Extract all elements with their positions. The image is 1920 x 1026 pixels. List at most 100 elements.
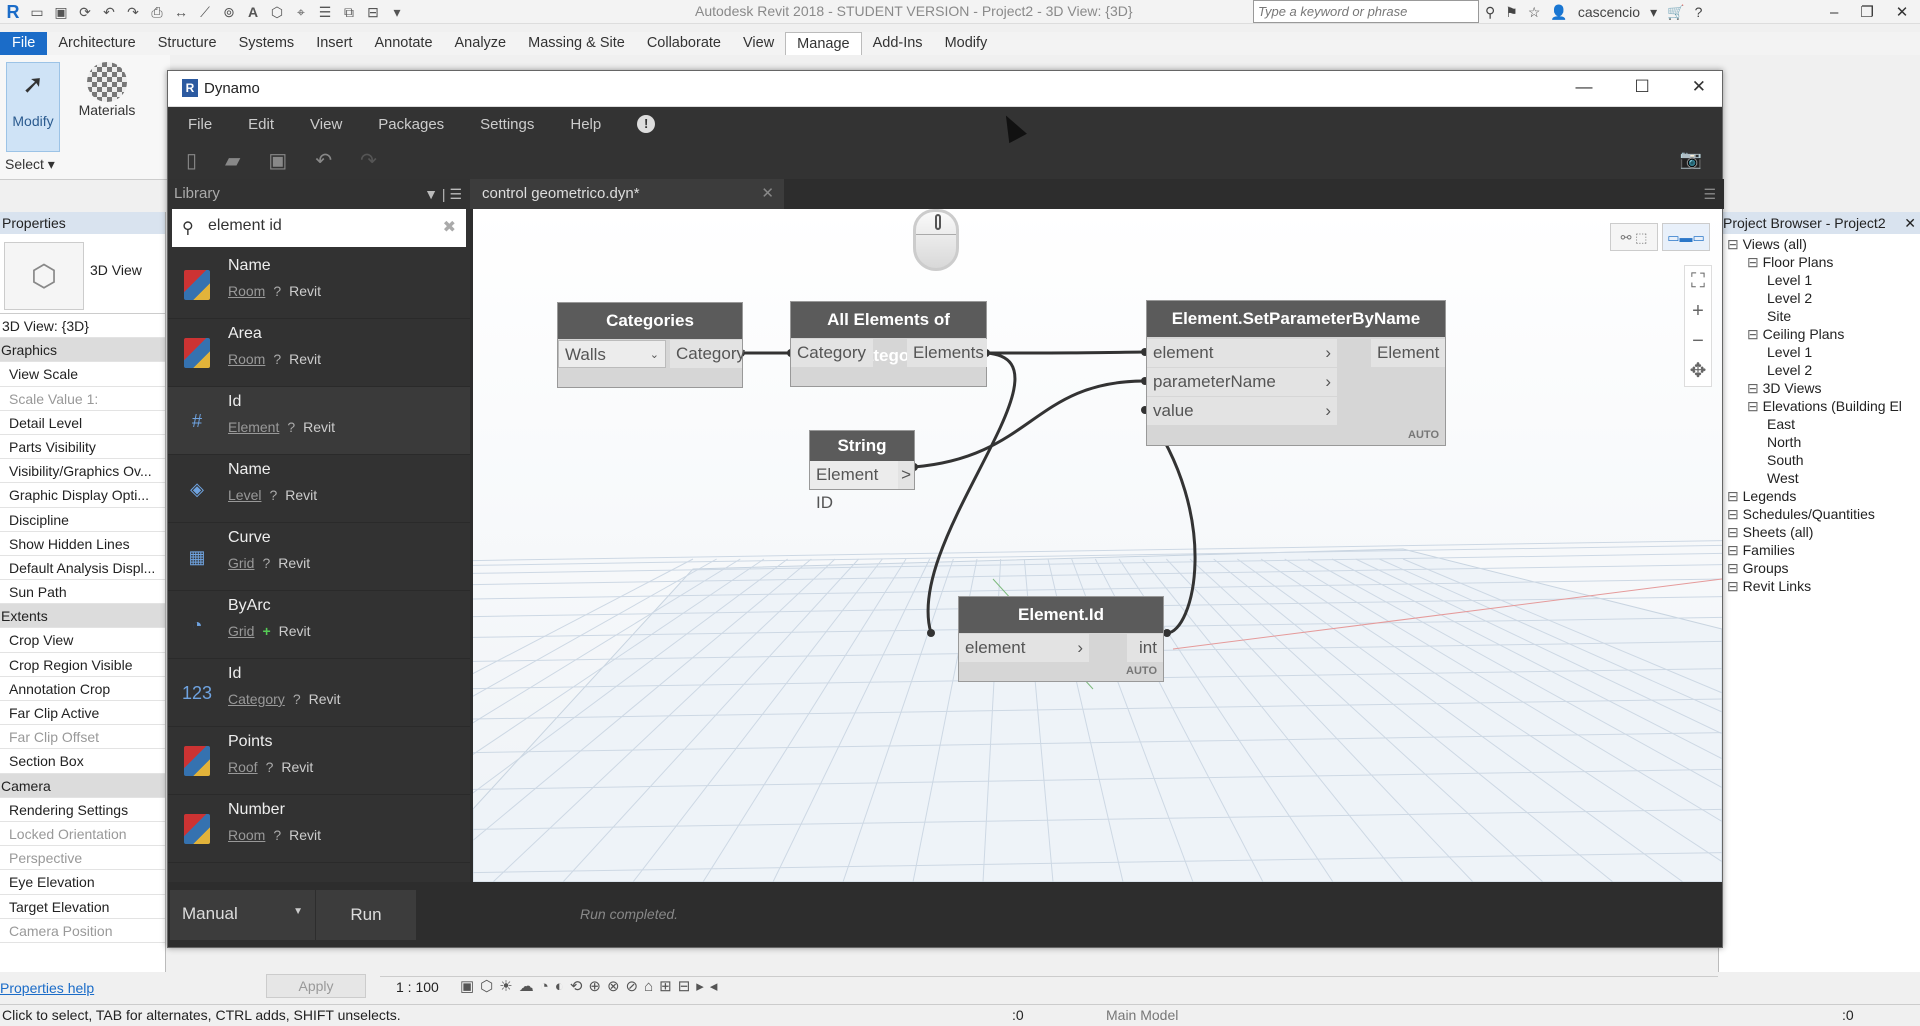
user-icon[interactable]: 👤 (1550, 4, 1567, 21)
menu-file[interactable]: File (188, 116, 212, 133)
browser-item[interactable]: ⊟ Groups (1727, 560, 1789, 577)
property-row[interactable]: Default Analysis Displ... (0, 556, 165, 581)
ribbon-tab-file[interactable]: File (0, 32, 48, 55)
zoom-in-icon[interactable]: + (1685, 296, 1711, 326)
browser-item[interactable]: ⊟ Elevations (Building El (1747, 398, 1902, 415)
browser-item[interactable]: ⊟ Sheets (all) (1727, 524, 1813, 541)
ribbon-tab-modify[interactable]: Modify (934, 32, 999, 55)
tag-icon[interactable]: ⊚ (220, 3, 238, 21)
property-row[interactable]: View Scale (0, 362, 165, 387)
property-row[interactable]: Detail Level (0, 411, 165, 435)
property-row[interactable]: Crop Region Visible (0, 653, 165, 677)
close-icon[interactable]: ✕ (1904, 212, 1916, 234)
property-row[interactable]: Scale Value 1: (0, 387, 165, 411)
undo-icon[interactable]: ↶ (315, 148, 332, 173)
library-result[interactable]: ◈ Name Level? Revit (168, 455, 470, 523)
menu-packages[interactable]: Packages (378, 116, 444, 133)
library-result[interactable]: # Id Element? Revit (168, 387, 470, 455)
browser-item[interactable]: ⊟ Floor Plans (1747, 254, 1833, 271)
open-file-icon[interactable]: ▰ (225, 148, 240, 173)
ribbon-tab-annotate[interactable]: Annotate (363, 32, 443, 55)
property-row[interactable]: Target Elevation (0, 895, 165, 919)
property-row[interactable]: Perspective (0, 846, 165, 871)
browser-item[interactable]: South (1767, 452, 1804, 468)
user-menu-icon[interactable]: ▾ (1650, 4, 1657, 21)
workspace-tab[interactable]: control geometrico.dyn* ✕ (470, 179, 784, 209)
library-result[interactable]: ◔ ByArc Grid + Revit (168, 591, 470, 659)
browser-item[interactable]: East (1767, 416, 1795, 432)
thin-lines-icon[interactable]: ☰ (316, 3, 334, 21)
input-port-category[interactable]: Category (791, 339, 873, 367)
node-categories[interactable]: Categories Walls ⌄ Category (557, 302, 745, 388)
browser-item[interactable]: ⊟ 3D Views (1747, 380, 1822, 397)
ribbon-tab-add-ins[interactable]: Add-Ins (862, 32, 934, 55)
output-port-string[interactable]: > (898, 461, 914, 489)
text-icon[interactable]: A (244, 3, 262, 21)
restore-icon[interactable]: ❐ (1860, 3, 1873, 21)
library-result[interactable]: Name Room? Revit (168, 251, 470, 319)
section-icon[interactable]: ⌖ (292, 3, 310, 21)
print-icon[interactable]: ⎙ (148, 3, 166, 21)
browser-item[interactable]: ⊟ Views (all) (1727, 236, 1807, 253)
measure-icon[interactable]: ↔ (172, 3, 190, 21)
switch-windows-icon[interactable]: ⊟ (364, 3, 382, 21)
property-category[interactable]: Extents (0, 604, 165, 629)
output-port-category[interactable]: Category (670, 340, 745, 368)
minimize-icon[interactable]: – (1830, 4, 1838, 21)
node-element-set-parameter-by-name[interactable]: Element.SetParameterByName element › para… (1146, 300, 1446, 446)
clear-search-icon[interactable]: ✖ (443, 217, 456, 237)
subscription-icon[interactable]: ⚑ (1505, 4, 1518, 21)
pan-icon[interactable]: ✥ (1685, 356, 1711, 386)
property-row[interactable]: Annotation Crop (0, 677, 165, 701)
redo-icon[interactable]: ↷ (124, 3, 142, 21)
graph-view-button[interactable]: ▭▬▭ (1662, 223, 1710, 251)
browser-item[interactable]: Level 1 (1767, 344, 1812, 360)
browser-item[interactable]: Level 2 (1767, 290, 1812, 306)
help-icon[interactable]: ? (1695, 4, 1703, 20)
property-row[interactable]: Far Clip Active (0, 701, 165, 726)
ribbon-tab-view[interactable]: View (732, 32, 785, 55)
ribbon-tab-massing-site[interactable]: Massing & Site (517, 32, 636, 55)
result-category-link[interactable]: Level (228, 487, 261, 503)
input-port-value[interactable]: value › (1147, 397, 1337, 425)
ribbon-tab-insert[interactable]: Insert (305, 32, 363, 55)
camera-icon[interactable]: 📷 (1680, 149, 1702, 170)
menu-edit[interactable]: Edit (248, 116, 274, 133)
revit-logo-icon[interactable]: R (4, 2, 22, 22)
result-category-link[interactable]: Grid (228, 623, 254, 639)
property-row[interactable]: Crop View (0, 628, 165, 653)
library-result[interactable]: Area Room? Revit (168, 319, 470, 387)
property-row[interactable]: Camera Position (0, 919, 165, 943)
result-category-link[interactable]: Element (228, 419, 279, 435)
help-search-input[interactable]: Type a keyword or phrase (1253, 0, 1479, 23)
tab-menu-icon[interactable]: ☰ (1703, 186, 1716, 203)
ribbon-tab-collaborate[interactable]: Collaborate (636, 32, 732, 55)
filter-icon[interactable]: ▼ (424, 186, 438, 202)
property-row[interactable]: Eye Elevation (0, 870, 165, 895)
geometry-view-button[interactable]: ⚯ ⬚ (1610, 223, 1658, 251)
save-icon[interactable]: ▣ (268, 148, 287, 173)
notification-icon[interactable]: ! (637, 115, 656, 133)
property-row[interactable]: Rendering Settings (0, 798, 165, 822)
cart-icon[interactable]: 🛒 (1667, 4, 1684, 21)
input-port-element[interactable]: element › (959, 634, 1089, 662)
property-row[interactable]: Graphic Display Opti... (0, 483, 165, 508)
property-row[interactable]: Parts Visibility (0, 435, 165, 460)
close-hidden-icon[interactable]: ⧉ (340, 3, 358, 21)
result-category-link[interactable]: Roof (228, 759, 258, 775)
ribbon-tab-manage[interactable]: Manage (785, 32, 862, 55)
undo-icon[interactable]: ↶ (100, 3, 118, 21)
menu-help[interactable]: Help (570, 116, 601, 133)
browser-item[interactable]: Level 2 (1767, 362, 1812, 378)
run-mode-dropdown[interactable]: Manual ▼ (170, 890, 315, 940)
zoom-out-icon[interactable]: − (1685, 326, 1711, 356)
node-all-elements-of-category[interactable]: All Elements of Category Category Elemen… (790, 301, 987, 387)
ribbon-tab-analyze[interactable]: Analyze (444, 32, 518, 55)
run-button[interactable]: Run (316, 890, 416, 940)
dimension-icon[interactable]: ⟋ (196, 3, 214, 21)
input-port-element[interactable]: element › (1147, 339, 1337, 367)
sync-icon[interactable]: ⟳ (76, 3, 94, 21)
browser-item[interactable]: West (1767, 470, 1799, 486)
apply-button[interactable]: Apply (266, 974, 366, 998)
property-row[interactable]: Sun Path (0, 580, 165, 605)
